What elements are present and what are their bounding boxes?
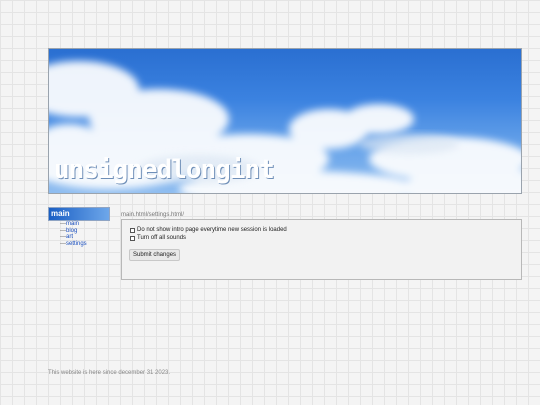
sidebar-item-label: settings bbox=[66, 240, 87, 247]
sidebar-nav: main ---main ---blog ---art ---settings bbox=[48, 207, 110, 247]
footer-text: This website is here since december 31 2… bbox=[48, 370, 171, 376]
sidebar-item-label: main bbox=[66, 221, 80, 227]
intro-page-option[interactable]: Do not show intro page everytime new ses… bbox=[130, 227, 287, 233]
settings-panel: Do not show intro page everytime new ses… bbox=[121, 219, 522, 280]
nav-tree: ---main ---blog ---art ---settings bbox=[48, 221, 110, 247]
submit-changes-button[interactable]: Submit changes bbox=[129, 249, 181, 261]
option-label: Do not show intro page everytime new ses… bbox=[137, 227, 287, 233]
site-title: unsignedlongint bbox=[54, 155, 275, 185]
sidebar-item-label: art bbox=[66, 234, 74, 240]
header-banner: unsignedlongint bbox=[48, 48, 522, 194]
sidebar-heading: main bbox=[48, 207, 110, 221]
sounds-option[interactable]: Turn off all sounds bbox=[130, 235, 186, 241]
sounds-checkbox[interactable] bbox=[130, 235, 135, 241]
option-label: Turn off all sounds bbox=[137, 235, 187, 241]
intro-page-checkbox[interactable] bbox=[130, 227, 135, 233]
breadcrumb: main.html/settings.html/ bbox=[121, 212, 185, 218]
sidebar-item-label: blog bbox=[66, 227, 78, 234]
sidebar-item-settings[interactable]: ---settings bbox=[60, 241, 110, 248]
